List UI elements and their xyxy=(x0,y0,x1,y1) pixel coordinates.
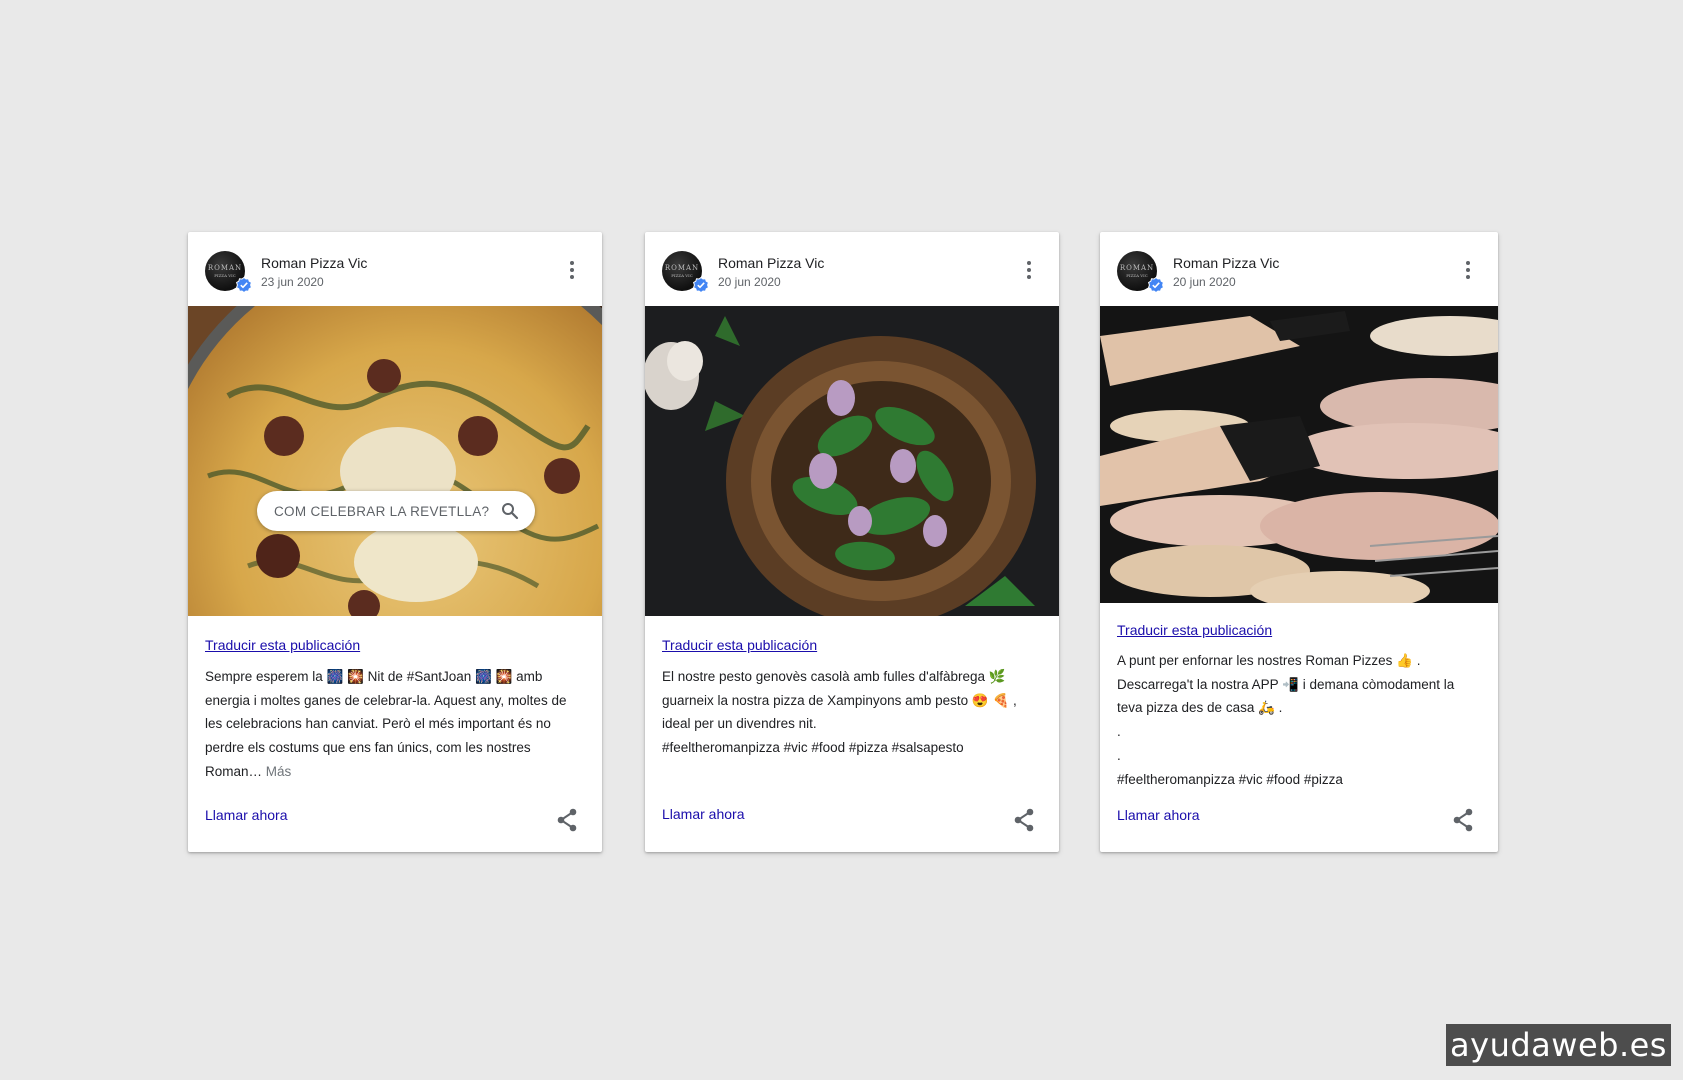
post-header: ROMAN PIZZA VIC Roman Pizza Vic 20 jun 2… xyxy=(645,232,1059,306)
post-card: ROMAN PIZZA VIC Roman Pizza Vic 20 jun 2… xyxy=(1100,232,1498,852)
share-icon[interactable] xyxy=(1452,808,1474,832)
call-now-button[interactable]: Llamar ahora xyxy=(1117,807,1200,823)
post-date: 23 jun 2020 xyxy=(261,275,324,289)
search-overlay: COM CELEBRAR LA REVETLLA? xyxy=(257,491,535,531)
post-text-line: ideal per un divendres nit. xyxy=(662,716,817,732)
post-text-line: Roman… Más xyxy=(205,760,586,784)
post-text-line: Descarrega't la nostra APP 📲 i demana cò… xyxy=(1117,676,1455,692)
post-image[interactable]: COM CELEBRAR LA REVETLLA? xyxy=(188,306,602,616)
post-text: El nostre pesto genovès casolà amb fulle… xyxy=(662,665,1043,760)
post-card: ROMAN PIZZA VIC Roman Pizza Vic 23 jun 2… xyxy=(188,232,602,852)
post-text-line: perdre els costums que ens fan únics, co… xyxy=(205,740,531,756)
salad-bowl-photo xyxy=(645,306,1059,616)
post-card: ROMAN PIZZA VIC Roman Pizza Vic 20 jun 2… xyxy=(645,232,1059,852)
translate-link[interactable]: Traducir esta publicación xyxy=(662,637,817,653)
post-image[interactable] xyxy=(1100,306,1498,603)
search-icon xyxy=(502,503,519,520)
post-text-hashtags: #feeltheromanpizza #vic #food #pizza #sa… xyxy=(662,740,964,756)
watermark: ayudaweb.es xyxy=(1446,1024,1671,1066)
verified-badge-icon xyxy=(236,277,252,293)
more-vert-icon[interactable] xyxy=(1460,259,1476,281)
post-text-line: Sempre esperem la 🎆 🎇 Nit de #SantJoan 🎆… xyxy=(205,669,543,684)
post-text-line: A punt per enfornar les nostres Roman Pi… xyxy=(1117,653,1421,668)
post-date: 20 jun 2020 xyxy=(1173,275,1236,289)
post-text: A punt per enfornar les nostres Roman Pi… xyxy=(1117,649,1482,791)
post-text-line: teva pizza des de casa 🛵 . xyxy=(1117,700,1283,716)
translate-link[interactable]: Traducir esta publicación xyxy=(205,637,360,653)
post-text-line: . xyxy=(1117,724,1121,740)
post-date: 20 jun 2020 xyxy=(718,275,781,289)
more-vert-icon[interactable] xyxy=(564,259,580,281)
post-text-hashtags: #feeltheromanpizza #vic #food #pizza xyxy=(1117,771,1343,787)
business-name[interactable]: Roman Pizza Vic xyxy=(1173,255,1279,271)
avatar-text: ROMAN xyxy=(664,264,700,272)
share-icon[interactable] xyxy=(1013,808,1035,832)
business-name[interactable]: Roman Pizza Vic xyxy=(718,255,824,271)
call-now-button[interactable]: Llamar ahora xyxy=(205,807,288,823)
post-text-line: les celebracions han canviat. Però el mé… xyxy=(205,716,551,732)
post-image[interactable] xyxy=(645,306,1059,616)
post-header: ROMAN PIZZA VIC Roman Pizza Vic 20 jun 2… xyxy=(1100,232,1498,306)
avatar-subtext: PIZZA VIC xyxy=(671,273,693,278)
post-text-line: guarneix la nostra pizza de Xampinyons a… xyxy=(662,692,1017,708)
more-vert-icon[interactable] xyxy=(1021,259,1037,281)
more-link[interactable]: Más xyxy=(266,764,292,779)
pizza-photo xyxy=(188,306,602,616)
call-now-button[interactable]: Llamar ahora xyxy=(662,806,745,822)
pizza-prep-photo xyxy=(1100,306,1498,603)
post-text-line: . xyxy=(1117,747,1121,763)
post-text: Sempre esperem la 🎆 🎇 Nit de #SantJoan 🎆… xyxy=(205,665,586,784)
post-text-line: energia i moltes ganes de celebrar-la. A… xyxy=(205,692,567,708)
verified-badge-icon xyxy=(693,277,709,293)
post-text-line: El nostre pesto genovès casolà amb fulle… xyxy=(662,669,1006,684)
avatar-text: ROMAN xyxy=(207,264,243,272)
post-header: ROMAN PIZZA VIC Roman Pizza Vic 23 jun 2… xyxy=(188,232,602,306)
overlay-query-text: COM CELEBRAR LA REVETLLA? xyxy=(274,503,490,519)
avatar-subtext: PIZZA VIC xyxy=(1126,273,1148,278)
business-name[interactable]: Roman Pizza Vic xyxy=(261,255,367,271)
avatar-subtext: PIZZA VIC xyxy=(214,273,236,278)
avatar-text: ROMAN xyxy=(1119,264,1155,272)
post-text-truncated: Roman… xyxy=(205,763,263,779)
translate-link[interactable]: Traducir esta publicación xyxy=(1117,622,1272,638)
share-icon[interactable] xyxy=(556,808,578,832)
verified-badge-icon xyxy=(1148,277,1164,293)
